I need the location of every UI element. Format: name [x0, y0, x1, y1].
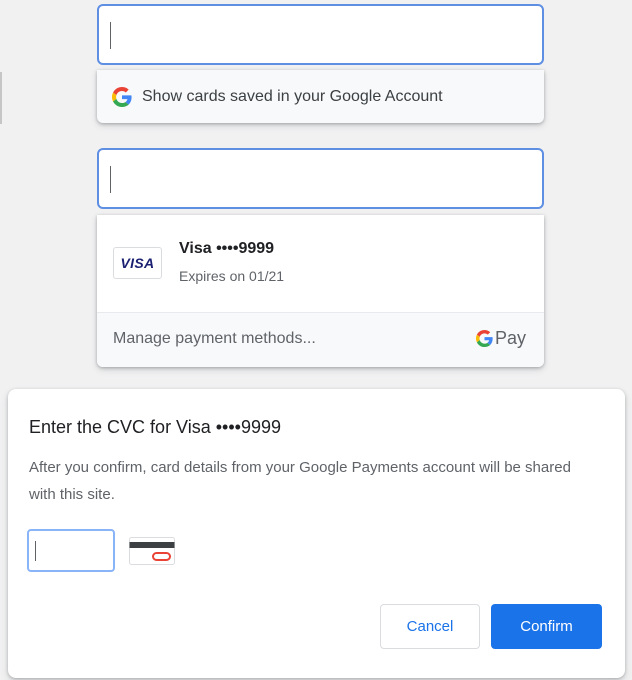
confirm-button[interactable]: Confirm: [491, 604, 602, 649]
saved-card-item[interactable]: VISA Visa ••••9999 Expires on 01/21: [97, 215, 544, 311]
manage-payment-methods-item[interactable]: Manage payment methods... Pay: [97, 312, 544, 367]
suggestion-label: Show cards saved in your Google Account: [142, 87, 443, 105]
dialog-message: After you confirm, card details from you…: [29, 459, 571, 503]
background-edge: [0, 72, 2, 124]
text-caret: [35, 541, 36, 561]
google-g-icon: [475, 330, 493, 347]
card-suggestion-dropdown: VISA Visa ••••9999 Expires on 01/21 Mana…: [97, 215, 544, 367]
card-number-input-top[interactable]: [97, 4, 544, 65]
visa-logo-icon: VISA: [113, 247, 162, 279]
card-expiry: Expires on 01/21: [179, 268, 285, 284]
cancel-button[interactable]: Cancel: [380, 604, 480, 649]
cvc-dialog: Enter the CVC for Visa ••••9999 After yo…: [8, 389, 625, 678]
dialog-title: Enter the CVC for Visa ••••9999: [29, 417, 281, 437]
manage-payment-methods-label: Manage payment methods...: [113, 330, 316, 347]
cvc-card-back-icon: [129, 537, 175, 565]
google-g-icon: [112, 86, 132, 107]
card-number-input-focused[interactable]: [97, 148, 544, 209]
text-caret: [110, 22, 111, 49]
cvc-input[interactable]: [27, 529, 115, 572]
suggestion-show-saved-cards[interactable]: Show cards saved in your Google Account: [97, 70, 544, 123]
gpay-label: Pay: [494, 328, 526, 348]
text-caret: [110, 166, 111, 193]
google-pay-logo: Pay: [475, 328, 526, 349]
card-name: Visa ••••9999: [179, 240, 275, 257]
